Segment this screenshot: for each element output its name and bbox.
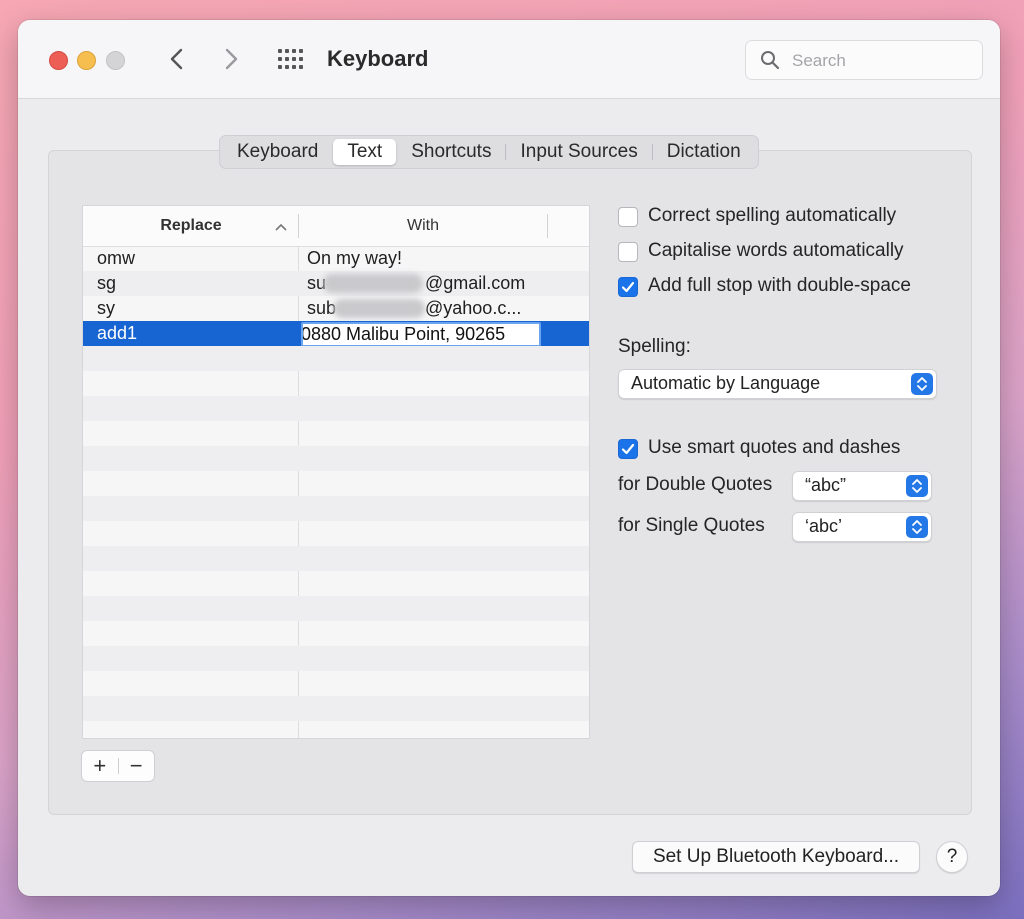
table-row[interactable]: omw On my way! — [83, 246, 589, 271]
replace-cell: omw — [97, 248, 136, 268]
empty-row — [83, 371, 589, 396]
up-down-arrows-icon — [906, 475, 928, 497]
add-button[interactable]: + — [82, 751, 118, 781]
empty-row — [83, 546, 589, 571]
search-icon — [761, 51, 780, 70]
replace-cell: add1 — [97, 323, 138, 343]
grid-icon — [278, 49, 303, 69]
double-quotes-label: for Double Quotes — [618, 474, 773, 495]
tab-dictation[interactable]: Dictation — [653, 139, 755, 165]
table-row[interactable]: sg su @gmail.com — [83, 271, 589, 296]
chevron-right-icon — [225, 48, 238, 70]
table-rows: omw On my way! sg su @gmail.com sy sub @… — [83, 246, 589, 721]
empty-row — [83, 671, 589, 696]
checkmark-icon — [621, 443, 635, 455]
search-field[interactable] — [745, 40, 983, 80]
tab-shortcuts[interactable]: Shortcuts — [397, 139, 505, 165]
show-all-button[interactable] — [276, 48, 306, 70]
spelling-label: Spelling: — [618, 336, 691, 357]
minimize-button[interactable] — [77, 51, 96, 70]
single-quotes-value: ‘abc’ — [805, 516, 843, 536]
empty-row — [83, 496, 589, 521]
with-cell-edit-field[interactable]: 10880 Malibu Point, 90265 — [301, 322, 541, 347]
close-button[interactable] — [49, 51, 68, 70]
empty-row — [83, 396, 589, 421]
preferences-window: Keyboard Keyboard Text Shortcuts Input S… — [18, 20, 1000, 896]
table-row-selected[interactable]: add1 10880 Malibu Point, 90265 — [83, 321, 589, 347]
empty-row — [83, 471, 589, 496]
empty-row — [83, 571, 589, 596]
empty-row — [83, 446, 589, 471]
double-quotes-value: “abc” — [805, 475, 847, 495]
empty-row — [83, 521, 589, 546]
with-cell-end: @gmail.com — [425, 273, 526, 293]
tab-text[interactable]: Text — [333, 139, 397, 165]
column-header-replace[interactable]: Replace — [83, 206, 299, 246]
table-row[interactable]: sy sub @yahoo.c... — [83, 296, 589, 321]
redacted-blur — [333, 299, 425, 318]
single-quotes-label: for Single Quotes — [618, 515, 765, 536]
remove-button[interactable]: − — [118, 751, 154, 781]
zoom-button[interactable] — [106, 51, 125, 70]
replace-cell: sy — [97, 298, 115, 318]
window-title: Keyboard — [327, 46, 429, 71]
smart-quotes-label[interactable]: Use smart quotes and dashes — [648, 437, 900, 459]
with-cell-end: @yahoo.c... — [425, 298, 522, 318]
empty-row — [83, 596, 589, 621]
empty-row — [83, 346, 589, 371]
help-button[interactable]: ? — [936, 841, 968, 873]
spelling-select-value: Automatic by Language — [631, 373, 821, 393]
checkmark-icon — [621, 281, 635, 293]
column-divider[interactable] — [547, 214, 548, 238]
chevron-left-icon — [170, 48, 183, 70]
spelling-select[interactable]: Automatic by Language — [618, 369, 937, 399]
full-stop-label[interactable]: Add full stop with double-space — [648, 275, 911, 297]
empty-row — [83, 421, 589, 446]
back-button[interactable] — [162, 44, 192, 74]
tab-keyboard[interactable]: Keyboard — [223, 139, 332, 165]
double-quotes-select[interactable]: “abc” — [792, 471, 932, 501]
correct-spelling-label[interactable]: Correct spelling automatically — [648, 205, 896, 227]
full-stop-checkbox[interactable] — [618, 277, 638, 297]
forward-button[interactable] — [216, 44, 246, 74]
empty-row — [83, 696, 589, 721]
up-down-arrows-icon — [906, 516, 928, 538]
up-down-arrows-icon — [911, 373, 933, 395]
add-remove-control: + − — [81, 750, 155, 782]
search-input[interactable] — [790, 47, 974, 75]
titlebar: Keyboard — [18, 20, 1000, 99]
correct-spelling-checkbox[interactable] — [618, 207, 638, 227]
tab-bar: Keyboard Text Shortcuts Input Sources Di… — [219, 135, 759, 169]
smart-quotes-checkbox[interactable] — [618, 439, 638, 459]
table-header: Replace With — [83, 206, 589, 247]
tab-input-sources[interactable]: Input Sources — [506, 139, 651, 165]
redacted-blur — [323, 274, 423, 293]
capitalise-words-label[interactable]: Capitalise words automatically — [648, 240, 904, 262]
with-cell: On my way! — [307, 248, 403, 268]
setup-bluetooth-keyboard-button[interactable]: Set Up Bluetooth Keyboard... — [632, 841, 920, 873]
single-quotes-select[interactable]: ‘abc’ — [792, 512, 932, 542]
empty-row — [83, 646, 589, 671]
with-cell-start: sub — [307, 298, 337, 318]
column-header-with[interactable]: With — [299, 206, 547, 246]
empty-row — [83, 621, 589, 646]
replace-cell: sg — [97, 273, 117, 293]
sort-ascending-icon — [275, 223, 287, 231]
capitalise-words-checkbox[interactable] — [618, 242, 638, 262]
text-replacement-table[interactable]: Replace With omw On my way! sg su @gmail… — [82, 205, 590, 739]
